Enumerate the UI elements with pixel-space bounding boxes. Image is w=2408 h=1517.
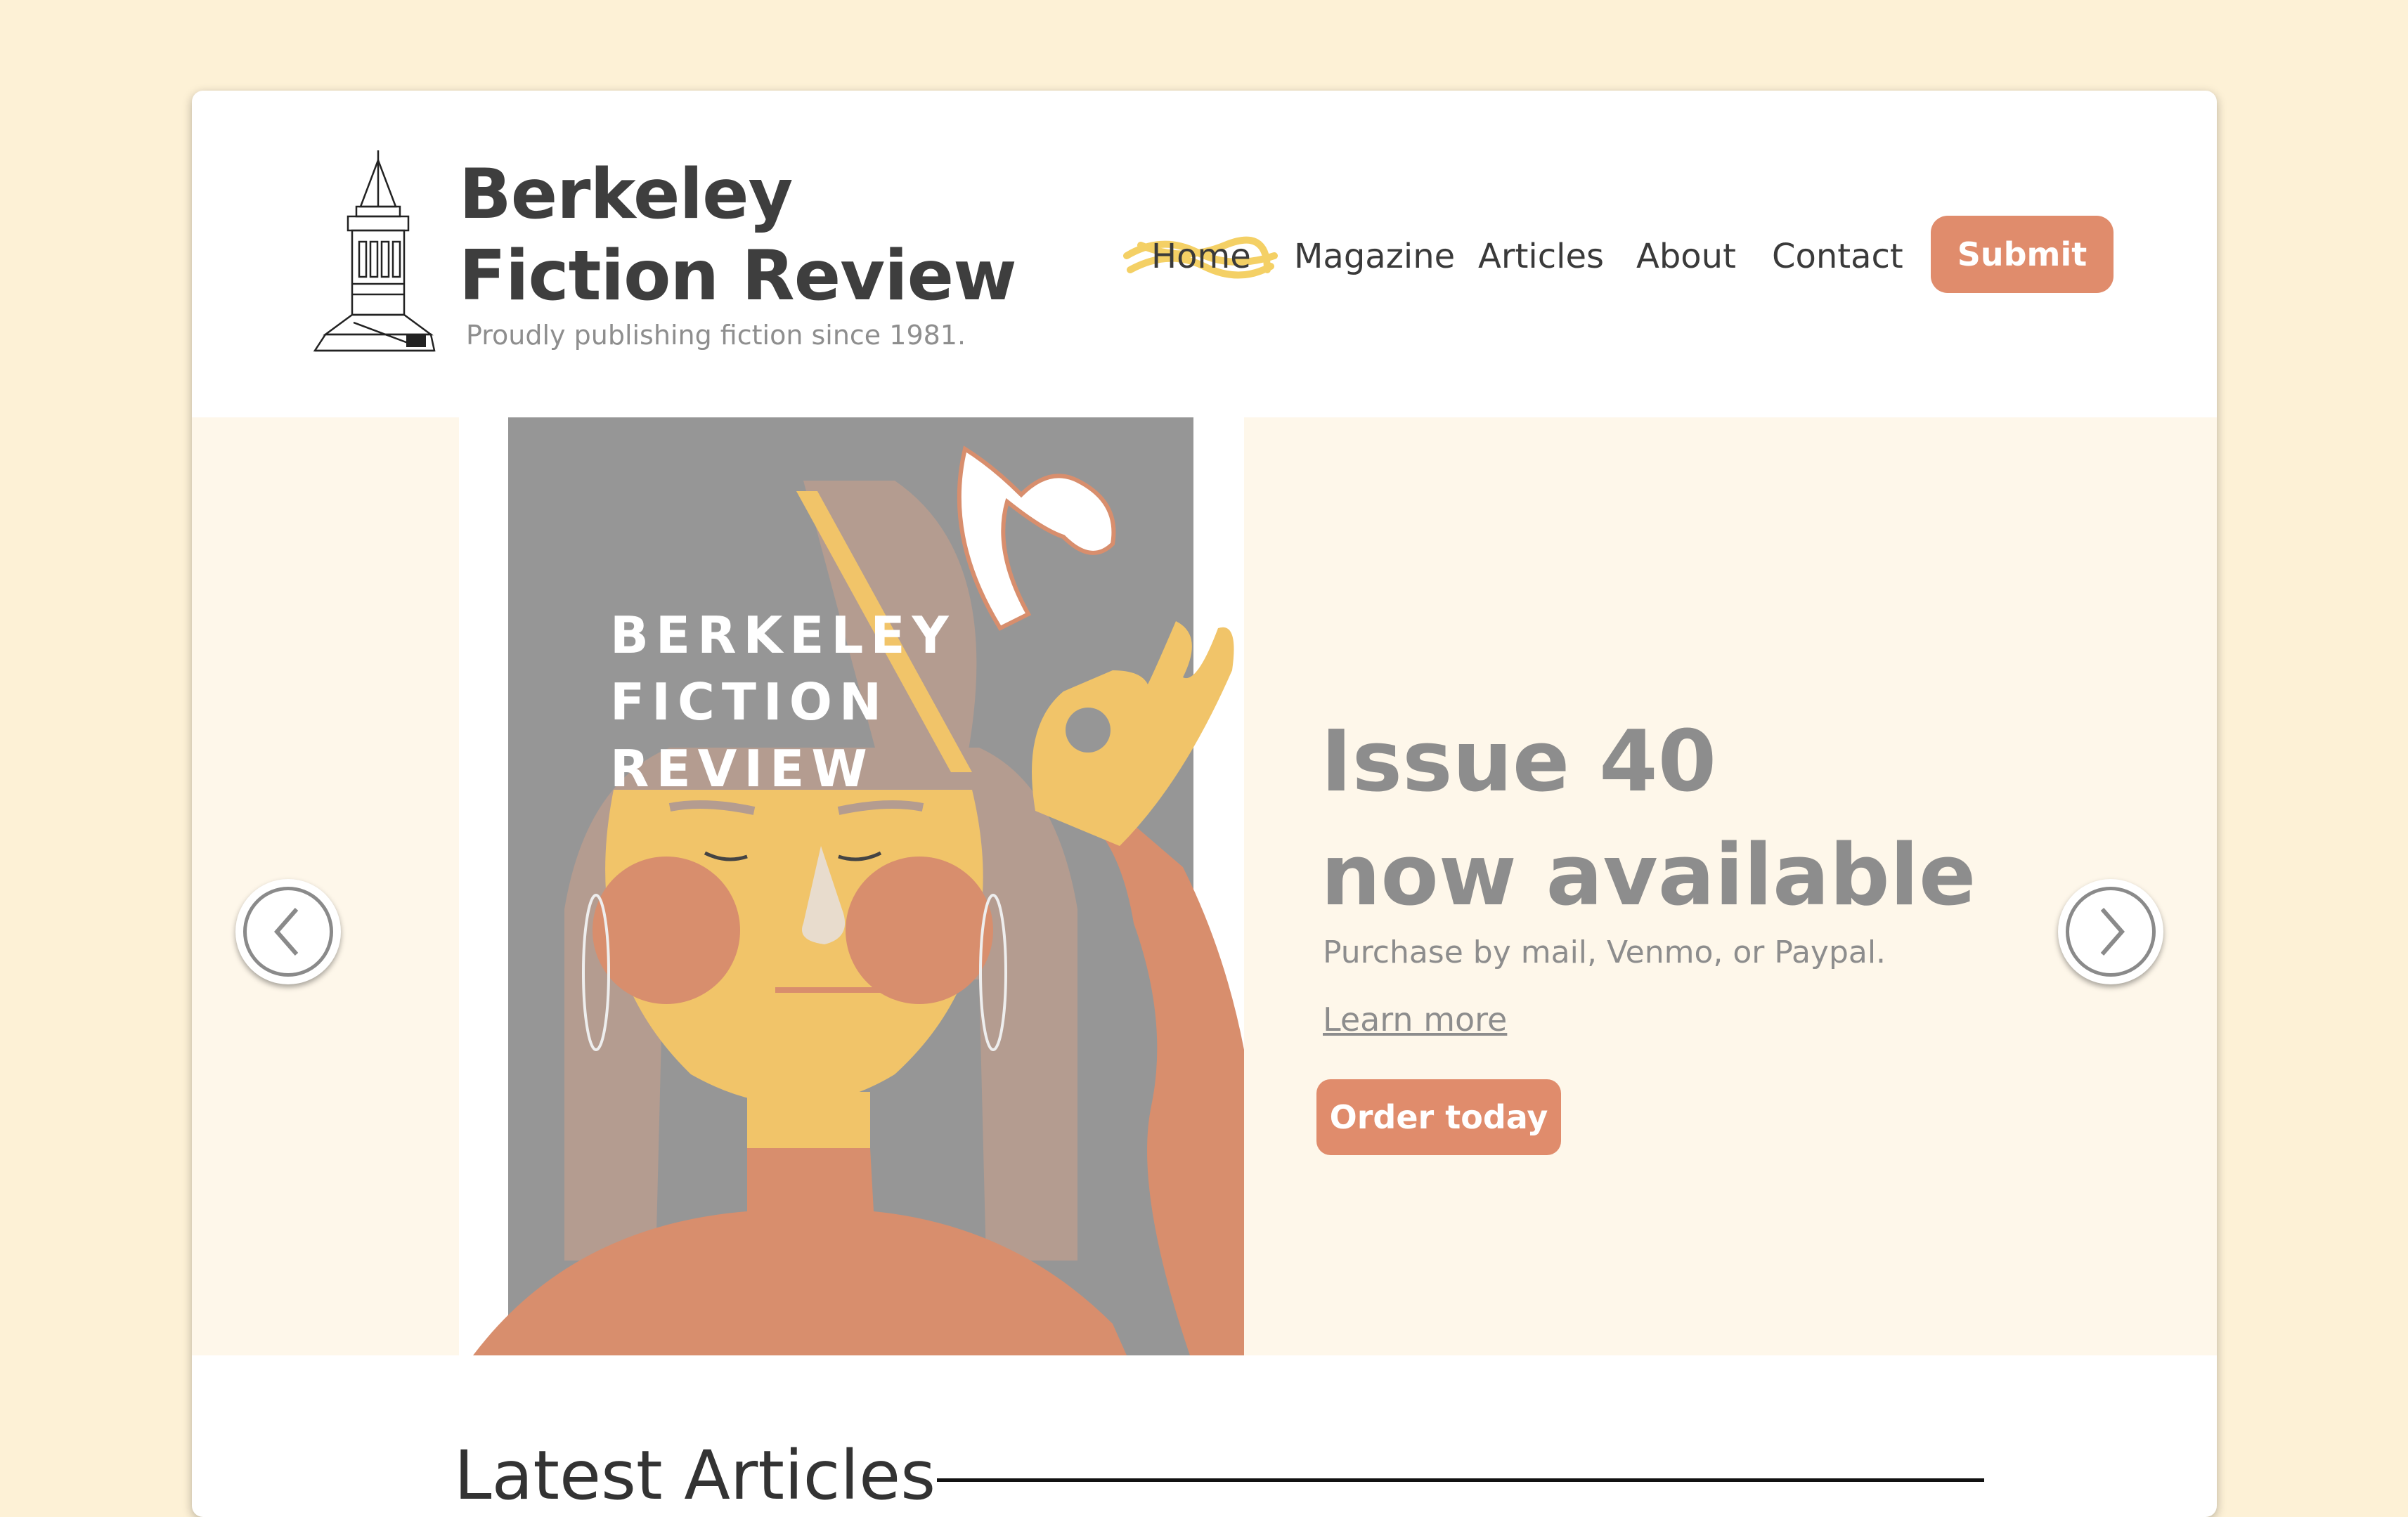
latest-articles-heading: Latest Articles bbox=[454, 1436, 936, 1515]
cover-title-line-3: REVIEW bbox=[610, 739, 874, 798]
carousel-prev-ring bbox=[243, 887, 333, 977]
nav-item-home[interactable]: Home bbox=[1151, 237, 1251, 276]
nav-item-articles[interactable]: Articles bbox=[1478, 237, 1604, 276]
issue-heading: Issue 40 now available bbox=[1321, 713, 1976, 925]
nav-item-contact[interactable]: Contact bbox=[1772, 237, 1903, 276]
order-today-button[interactable]: Order today bbox=[1316, 1079, 1561, 1155]
cover-title-line-1: BERKELEY bbox=[610, 606, 956, 665]
section-divider bbox=[937, 1478, 1984, 1482]
nav-item-about[interactable]: About bbox=[1636, 237, 1736, 276]
page-card: Berkeley Fiction Review Proudly publishi… bbox=[192, 91, 2217, 1517]
carousel-prev-button[interactable] bbox=[235, 879, 341, 984]
site-tagline: Proudly publishing fiction since 1981. bbox=[466, 320, 966, 351]
carousel-next-button[interactable] bbox=[2058, 879, 2163, 984]
chevron-right-icon bbox=[2100, 908, 2125, 956]
chevron-left-icon bbox=[274, 908, 299, 956]
issue-subtext: Purchase by mail, Venmo, or Paypal. bbox=[1323, 935, 1886, 970]
carousel-next-ring bbox=[2066, 887, 2156, 977]
issue-40-cover-image[interactable]: BERKELEY FICTION REVIEW bbox=[459, 417, 1244, 1355]
submit-button[interactable]: Submit bbox=[1931, 216, 2114, 293]
cover-title-line-2: FICTION bbox=[610, 672, 888, 731]
main-nav: Home Magazine Articles About Contact bbox=[192, 237, 2217, 293]
nav-item-magazine[interactable]: Magazine bbox=[1294, 237, 1455, 276]
hero-carousel: BERKELEY FICTION REVIEW Issue 40 now ava… bbox=[192, 417, 2217, 1355]
learn-more-link[interactable]: Learn more bbox=[1323, 1001, 1507, 1039]
